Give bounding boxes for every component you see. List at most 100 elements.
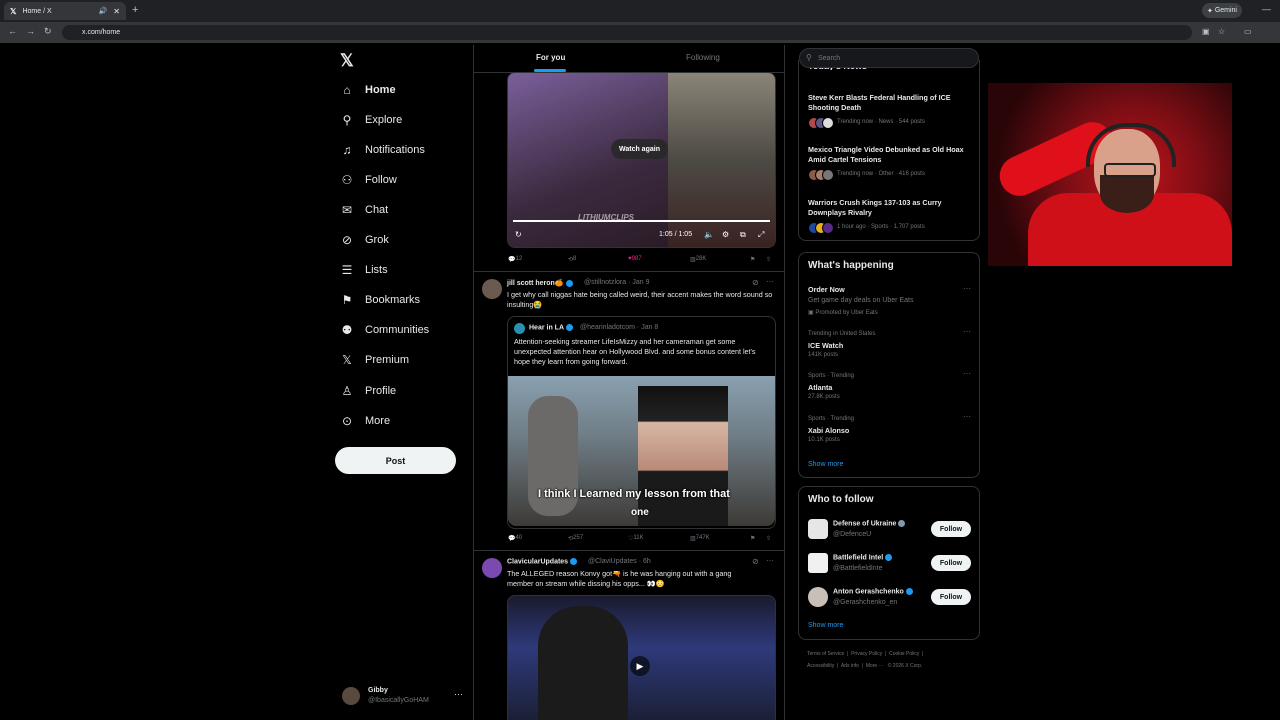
more-dots-icon[interactable]: ··· (963, 327, 971, 336)
quoted-tweet[interactable]: Hear in LA @hearinladotcom · Jan 8 Atten… (507, 316, 776, 529)
tweet-handle[interactable]: @stillnotzlora · Jan 9 (584, 279, 649, 286)
follow-button[interactable]: Follow (931, 521, 971, 537)
footer-link[interactable]: Ads info (841, 663, 859, 669)
more-dots-icon[interactable]: ··· (766, 556, 774, 565)
extension-icon[interactable]: ▣ (1202, 27, 1210, 36)
nav-lists[interactable]: ☰ Lists (340, 260, 388, 280)
replay-icon[interactable]: ↻ (515, 230, 522, 239)
views-button[interactable]: ▥ 28K (690, 256, 706, 263)
nav-more[interactable]: ⊙ More (340, 411, 390, 431)
fullscreen-icon[interactable]: ⤢ (758, 230, 764, 240)
browser-tab[interactable]: 𝕏 Home / X 🔊 ✕ (4, 2, 126, 20)
more-dots-icon[interactable]: ··· (963, 369, 971, 378)
account-name[interactable]: Defense of Ukraine (833, 520, 906, 527)
footer-link[interactable]: Accessibility (807, 663, 834, 669)
new-tab-icon[interactable]: + (132, 4, 138, 16)
repost-button[interactable]: ⟲ 8 (568, 256, 576, 263)
post-button[interactable]: Post (335, 447, 456, 474)
follow-button[interactable]: Follow (931, 589, 971, 605)
nav-follow[interactable]: ⚇ Follow (340, 170, 397, 190)
nav-premium[interactable]: 𝕏 Premium (340, 350, 409, 370)
nav-profile[interactable]: ♙ Profile (340, 381, 397, 401)
footer-link[interactable]: Terms of Service (807, 651, 844, 657)
share-icon[interactable]: ⇧ (766, 535, 771, 542)
tweet-author[interactable]: jill scott heron🍊 (507, 279, 573, 287)
verified-badge-icon (570, 558, 578, 565)
show-more-link[interactable]: Show more (808, 622, 843, 629)
grok-small-icon[interactable]: ⊘ (752, 278, 759, 287)
grok-small-icon[interactable]: ⊘ (752, 557, 759, 566)
gemini-button[interactable]: ✦ Gemini (1202, 3, 1242, 18)
tab-following[interactable]: Following (686, 53, 720, 62)
share-icon[interactable]: ⇧ (766, 256, 771, 263)
nav-explore[interactable]: ⚲ Explore (340, 110, 403, 130)
more-dots-icon[interactable]: ··· (766, 277, 774, 286)
sidepanel-icon[interactable]: ▭ (1244, 27, 1252, 36)
account-switcher[interactable]: Gibby @IbasicallyGoHAM ··· (342, 685, 470, 709)
news-item[interactable]: Warriors Crush Kings 137-103 as Curry Do… (808, 198, 968, 218)
star-icon[interactable]: ☆ (1218, 27, 1225, 36)
address-bar[interactable]: x.com/home (62, 25, 1192, 40)
trend-name[interactable]: Atlanta (808, 383, 832, 392)
show-more-link[interactable]: Show more (808, 461, 843, 468)
like-button[interactable]: ♡ 11K (628, 535, 644, 542)
minimize-icon[interactable]: — (1262, 4, 1271, 14)
search-input[interactable]: ⚲ Search (799, 48, 979, 68)
settings-gear-icon[interactable]: ⚙ (722, 230, 729, 239)
trend-name[interactable]: Order Now (808, 285, 845, 294)
tab-indicator (534, 69, 566, 72)
nav-communities[interactable]: ⚉ Communities (340, 320, 430, 340)
account-name[interactable]: Anton Gerashchenko (833, 588, 913, 595)
trend-name[interactable]: Xabi Alonso (808, 426, 849, 435)
browser-toolbar: ← → ↻ x.com/home ▣ ☆ ▭ (0, 22, 1280, 43)
more-dots-icon[interactable]: ··· (963, 284, 971, 293)
video-player[interactable]: LITHIUMCLIPS Watch again ↻ 1:05 / 1:05 🔈… (507, 72, 776, 248)
nav-chat[interactable]: ✉ Chat (340, 200, 388, 220)
trend-name[interactable]: ICE Watch (808, 341, 843, 350)
nav-bookmarks[interactable]: ⚑ Bookmarks (340, 290, 420, 310)
follow-button[interactable]: Follow (931, 555, 971, 571)
more-dots-icon[interactable]: ··· (454, 689, 463, 699)
forward-icon[interactable]: → (26, 26, 35, 36)
nav-label: Follow (365, 174, 397, 186)
nav-grok[interactable]: ⊘ Grok (340, 230, 389, 250)
footer-link[interactable]: More ··· (866, 663, 884, 669)
avatar[interactable] (482, 279, 502, 299)
avatar[interactable] (808, 519, 828, 539)
views-button[interactable]: ▥ 747K (690, 535, 710, 542)
todays-news-panel: Today's News Steve Kerr Blasts Federal H… (798, 60, 980, 241)
x-logo-icon[interactable]: 𝕏 (340, 51, 354, 71)
reply-button[interactable]: 💬 12 (508, 256, 522, 263)
news-item[interactable]: Steve Kerr Blasts Federal Handling of IC… (808, 93, 968, 113)
reply-button[interactable]: 💬 40 (508, 535, 522, 542)
pip-icon[interactable]: ⧉ (740, 230, 746, 240)
bookmark-icon[interactable]: ⚑ (750, 256, 755, 263)
footer-link[interactable]: Cookie Policy (889, 651, 919, 657)
avatar-stack (808, 169, 834, 181)
speaker-icon[interactable]: 🔊 (99, 7, 108, 15)
tab-for-you[interactable]: For you (536, 53, 565, 62)
nav-home[interactable]: ⌂ Home (340, 80, 395, 100)
back-icon[interactable]: ← (8, 26, 17, 36)
more-dots-icon[interactable]: ··· (963, 412, 971, 421)
nav-notifications[interactable]: ♫ Notifications (340, 140, 425, 160)
tweet-handle[interactable]: @ClaviUpdates · 6h (588, 558, 651, 565)
repost-button[interactable]: ⟲ 257 (568, 535, 583, 542)
video-progress-bar[interactable] (513, 220, 770, 222)
avatar[interactable] (808, 553, 828, 573)
close-tab-icon[interactable]: ✕ (113, 7, 120, 16)
reload-icon[interactable]: ↻ (44, 26, 52, 37)
quote-video[interactable]: I think I Learned my lesson from that on… (508, 376, 775, 526)
avatar[interactable] (808, 587, 828, 607)
account-name[interactable]: Battlefield Intel (833, 554, 893, 561)
like-button[interactable]: ♥ 987 (628, 256, 642, 262)
bookmark-icon[interactable]: ⚑ (750, 535, 755, 542)
footer-link[interactable]: Privacy Policy (851, 651, 882, 657)
video-player[interactable]: ▶ (507, 595, 776, 720)
volume-icon[interactable]: 🔈 (704, 230, 714, 239)
play-icon[interactable]: ▶ (630, 656, 650, 676)
avatar[interactable] (482, 558, 502, 578)
watch-again-button[interactable]: Watch again (611, 139, 668, 159)
tweet-author[interactable]: ClavicularUpdates (507, 558, 578, 565)
news-item[interactable]: Mexico Triangle Video Debunked as Old Ho… (808, 145, 968, 165)
